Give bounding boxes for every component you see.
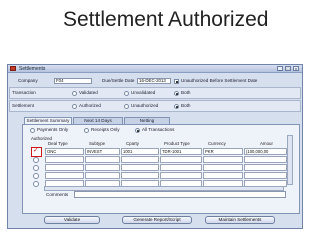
- unauthorized-label: Unauthorized Before Settlement Date: [181, 78, 258, 83]
- filter-receipts-label: Receipts Only: [91, 127, 120, 132]
- row-authorize-checkbox[interactable]: [33, 156, 39, 163]
- grid-vertical-scrollbar[interactable]: [287, 135, 293, 185]
- grid-cell[interactable]: [85, 172, 120, 179]
- slide-title: Settlement Authorized: [63, 8, 269, 31]
- comments-field[interactable]: [74, 191, 286, 198]
- settlement-authorized-radio[interactable]: [72, 104, 77, 109]
- tab-next-14-days[interactable]: Next 14 Days: [73, 117, 123, 124]
- transaction-both-label: Both: [181, 90, 191, 95]
- transaction-both-radio[interactable]: [174, 91, 179, 96]
- oracle-app-icon: [10, 66, 16, 71]
- tab-settlement-summary[interactable]: Settlement Summary: [24, 117, 72, 124]
- unauthorized-checkbox[interactable]: [174, 79, 179, 84]
- col-deal-type: Deal Type: [48, 141, 68, 146]
- minimize-button[interactable]: _: [277, 66, 283, 71]
- due-date-label: Due/Settle Date: [102, 78, 135, 83]
- grid-cell[interactable]: [85, 156, 120, 163]
- grid-cell[interactable]: [121, 156, 159, 163]
- grid-cell[interactable]: ONC: [45, 148, 84, 155]
- grid-cell[interactable]: [45, 172, 84, 179]
- transaction-unvalidated-radio[interactable]: [124, 91, 129, 96]
- settlement-unauthorized-label: Unauthorized: [131, 103, 159, 108]
- settlement-authorized-label: Authorized: [79, 103, 101, 108]
- transaction-label: Transaction: [12, 90, 36, 95]
- grid-cell[interactable]: [203, 172, 243, 179]
- filter-all-label: All Transactions: [142, 127, 175, 132]
- window-titlebar: Settlements _ □ x: [8, 65, 302, 73]
- grid-cell[interactable]: [45, 156, 84, 163]
- grid-cell[interactable]: TDR-1001: [160, 148, 202, 155]
- grid-cell[interactable]: [160, 156, 202, 163]
- transaction-validated-radio[interactable]: [72, 91, 77, 96]
- maximize-button[interactable]: □: [285, 66, 291, 71]
- maintain-settlements-button[interactable]: Maintain Settlements: [205, 216, 275, 224]
- comments-label: Comments: [46, 192, 69, 197]
- grid-cell[interactable]: [244, 156, 287, 163]
- authorized-checkbox-selected[interactable]: [31, 146, 42, 157]
- filter-receipts-radio[interactable]: [84, 128, 89, 133]
- row-authorize-checkbox[interactable]: [33, 164, 39, 171]
- grid-cell[interactable]: [244, 164, 287, 171]
- settlement-label: Settlement: [12, 103, 34, 108]
- company-field[interactable]: F04: [54, 78, 92, 84]
- settlement-both-label: Both: [181, 103, 191, 108]
- filter-payments-label: Payments Only: [37, 127, 69, 132]
- col-product-type: Product Type: [164, 141, 190, 146]
- grid-cell[interactable]: [160, 164, 202, 171]
- grid-cell[interactable]: (100,000,00: [244, 148, 287, 155]
- col-amount: Amour: [260, 141, 273, 146]
- row-authorize-checkbox[interactable]: [33, 172, 39, 179]
- generate-report-button[interactable]: Generate Report/Script: [122, 216, 192, 224]
- col-subtype: Subtype: [89, 141, 106, 146]
- grid-cell[interactable]: [85, 164, 120, 171]
- company-label: Company: [18, 78, 38, 83]
- grid-cell[interactable]: [121, 164, 159, 171]
- grid-cell[interactable]: [244, 172, 287, 179]
- validate-button[interactable]: Validate: [44, 216, 100, 224]
- close-button[interactable]: x: [293, 66, 299, 71]
- grid-cell[interactable]: [160, 172, 202, 179]
- due-date-field[interactable]: 16-DEC-2013: [137, 78, 171, 84]
- col-currency: Currency: [208, 141, 226, 146]
- filter-payments-radio[interactable]: [30, 128, 35, 133]
- grid-cell[interactable]: PKR: [203, 148, 243, 155]
- grid-cell[interactable]: [45, 164, 84, 171]
- filter-all-radio[interactable]: [135, 128, 140, 133]
- row-authorize-checkbox[interactable]: [33, 180, 39, 187]
- grid-cell[interactable]: 1001: [121, 148, 159, 155]
- window-title: Settlements: [19, 66, 46, 72]
- grid-cell[interactable]: INVEST: [85, 148, 120, 155]
- settlement-unauthorized-radio[interactable]: [124, 104, 129, 109]
- grid-cell[interactable]: [203, 156, 243, 163]
- grid-cell[interactable]: [203, 164, 243, 171]
- col-cparty: Cparty: [126, 141, 139, 146]
- settlement-both-radio[interactable]: [174, 104, 179, 109]
- transaction-unvalidated-label: Unvalidated: [131, 90, 156, 95]
- grid-cell[interactable]: [121, 172, 159, 179]
- transaction-validated-label: Validated: [79, 90, 98, 95]
- tab-netting[interactable]: Netting: [124, 117, 170, 124]
